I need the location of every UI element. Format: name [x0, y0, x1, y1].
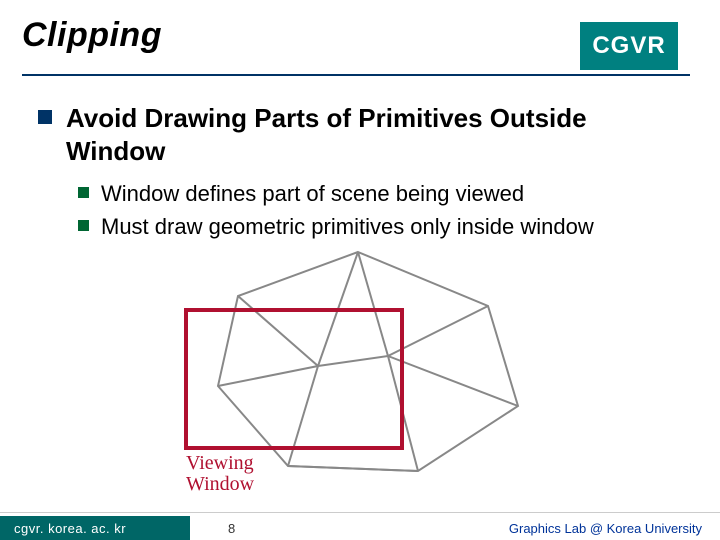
footer-page-number: 8 [228, 521, 235, 536]
cgvr-badge: CGVR [580, 22, 678, 70]
bullet-square-icon [78, 220, 89, 231]
bullet-level2-text: Must draw geometric primitives only insi… [101, 213, 594, 242]
bullet-level2-text: Window defines part of scene being viewe… [101, 180, 524, 209]
footer: cgvr. korea. ac. kr 8 Graphics Lab @ Kor… [0, 512, 720, 540]
list-item: Window defines part of scene being viewe… [78, 180, 692, 209]
caption-line: Window [186, 474, 254, 495]
bullet-level1: Avoid Drawing Parts of Primitives Outsid… [38, 102, 692, 167]
figure-caption: Viewing Window [186, 453, 254, 495]
bullet-level2-list: Window defines part of scene being viewe… [78, 180, 692, 245]
list-item: Must draw geometric primitives only insi… [78, 213, 692, 242]
caption-line: Viewing [186, 453, 254, 474]
bullet-level1-text: Avoid Drawing Parts of Primitives Outsid… [66, 102, 692, 167]
slide: Clipping CGVR Avoid Drawing Parts of Pri… [0, 0, 720, 540]
bullet-square-icon [78, 187, 89, 198]
title-underline [22, 74, 690, 76]
footer-url: cgvr. korea. ac. kr [0, 516, 190, 540]
polyhedron-diagram-icon [178, 246, 538, 486]
footer-credit: Graphics Lab @ Korea University [509, 521, 702, 536]
bullet-square-icon [38, 110, 52, 124]
clipping-figure [178, 246, 538, 486]
